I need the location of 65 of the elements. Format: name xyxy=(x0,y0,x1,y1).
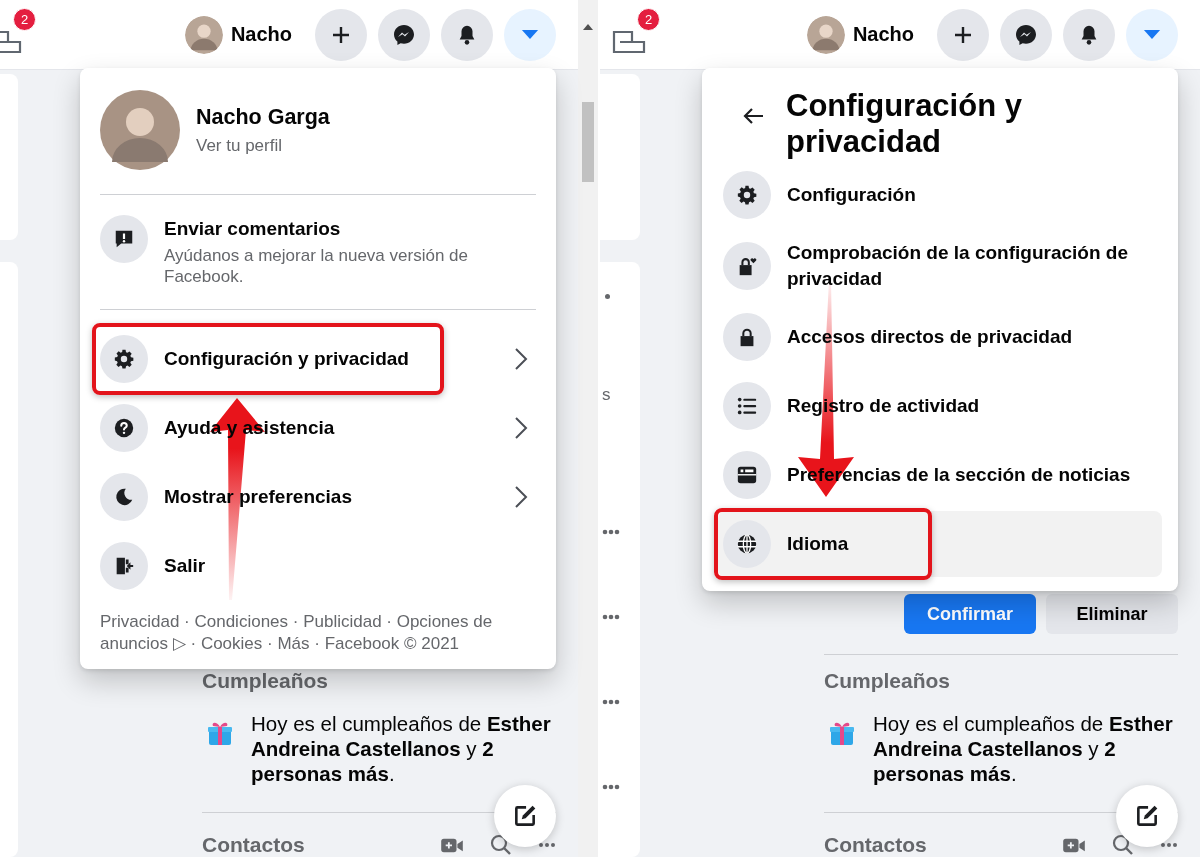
video-icon[interactable] xyxy=(1062,836,1086,854)
new-message-button[interactable] xyxy=(1116,785,1178,847)
caret-icon xyxy=(1143,29,1161,40)
create-button[interactable] xyxy=(937,8,989,61)
feedback-icon xyxy=(100,215,148,263)
messenger-icon xyxy=(1014,22,1038,47)
profile-button[interactable]: Nacho xyxy=(184,15,304,54)
notifications-button[interactable] xyxy=(441,8,493,61)
section-title: Cumpleaños xyxy=(202,669,330,693)
more-icon[interactable] xyxy=(602,784,620,790)
list-icon xyxy=(723,382,771,430)
more-icon[interactable] xyxy=(602,529,620,535)
profile-link[interactable]: Nacho Garga Ver tu perfil xyxy=(96,88,334,172)
settings-icon xyxy=(100,335,148,383)
notifications-button[interactable] xyxy=(1063,8,1115,61)
scrollbar[interactable] xyxy=(578,0,598,857)
video-icon[interactable] xyxy=(440,836,464,854)
caret-icon[interactable] xyxy=(583,24,593,30)
messenger-icon xyxy=(392,22,416,47)
more-icon[interactable] xyxy=(538,842,556,848)
menu-title: Configuración y privacidad xyxy=(786,88,1023,160)
moon-icon xyxy=(100,473,148,521)
window-icon xyxy=(723,451,771,499)
more-icon[interactable] xyxy=(1160,842,1178,848)
menu-item[interactable]: Configuración xyxy=(718,162,1162,228)
avatar xyxy=(184,15,223,54)
scrollbar-thumb[interactable] xyxy=(582,102,594,182)
section-title: Contactos xyxy=(824,833,927,857)
plus-icon xyxy=(953,24,973,45)
globe-icon xyxy=(723,520,771,568)
settings-icon xyxy=(723,171,771,219)
search-icon[interactable] xyxy=(490,834,512,856)
more-icon[interactable] xyxy=(602,614,620,620)
menu-item[interactable]: Comprobación de la configuración de privacidad xyxy=(718,231,1162,301)
menu-item[interactable]: Configuración y privacidad xyxy=(96,326,540,392)
dot-icon xyxy=(605,294,610,299)
search-icon[interactable] xyxy=(1112,834,1134,856)
feedback-item[interactable]: Enviar comentarios Ayúdanos a mejorar la nueva versión de Facebook. xyxy=(96,215,518,287)
question-icon xyxy=(100,404,148,452)
footer-links: Privacidad · Condiciones · Publicidad · Opciones de anuncios ▷ · Cookies · Más · Facebook © 2021 xyxy=(100,611,494,655)
exit-icon xyxy=(100,542,148,590)
lock-icon xyxy=(723,313,771,361)
birthday-text: Hoy es el cumpleaños de Esther Andreina Castellanos y 2 personas más. xyxy=(251,711,552,786)
plus-icon xyxy=(331,24,351,45)
edit-icon xyxy=(512,803,538,829)
messenger-button[interactable] xyxy=(1000,8,1052,61)
delete-button[interactable]: Eliminar xyxy=(1046,594,1178,634)
account-menu-button[interactable] xyxy=(504,8,556,61)
more-icon[interactable] xyxy=(602,699,620,705)
section-title: Contactos xyxy=(202,833,305,857)
edit-icon xyxy=(1134,803,1160,829)
notification-badge: 2 xyxy=(637,7,660,31)
birthday-text: Hoy es el cumpleaños de Esther Andreina Castellanos y 2 personas más. xyxy=(873,711,1174,786)
cut-text: s xyxy=(602,385,611,405)
section-title: Cumpleaños xyxy=(824,669,952,693)
messenger-button[interactable] xyxy=(378,8,430,61)
notification-badge: 2 xyxy=(13,7,36,31)
new-message-button[interactable] xyxy=(494,785,556,847)
avatar xyxy=(806,15,845,54)
caret-icon xyxy=(521,29,539,40)
account-menu-button[interactable] xyxy=(1126,8,1178,61)
confirm-button[interactable]: Confirmar xyxy=(904,594,1036,634)
profile-button[interactable]: Nacho xyxy=(806,15,926,54)
menu-item[interactable]: Idioma xyxy=(718,511,1162,577)
create-button[interactable] xyxy=(315,8,367,61)
